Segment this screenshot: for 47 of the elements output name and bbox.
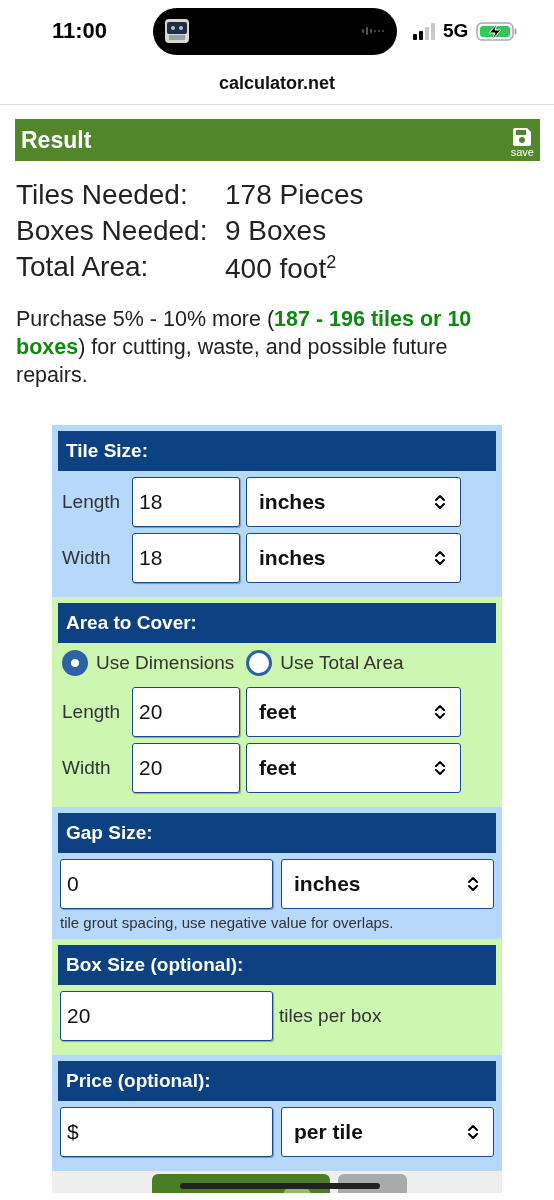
result-value: 9 Boxes	[225, 214, 328, 248]
unit-select[interactable]: inches	[281, 859, 494, 909]
unit-select[interactable]: feet	[246, 687, 461, 737]
result-title: Result	[21, 126, 92, 154]
input-field[interactable]: 20	[132, 743, 240, 793]
input-field[interactable]: $	[60, 1107, 273, 1157]
field-label: Width	[62, 757, 112, 779]
section-header: Area to Cover:	[58, 603, 496, 643]
chevron-icon	[467, 1124, 479, 1140]
url-text[interactable]: calculator.net	[218, 72, 335, 94]
save-button[interactable]: save	[510, 122, 534, 158]
field-label: Length	[62, 701, 122, 723]
unit-select[interactable]: per tile	[281, 1107, 494, 1157]
input-field[interactable]: 18	[132, 533, 240, 583]
signal-icon	[413, 22, 435, 40]
chevron-icon	[434, 704, 446, 720]
input-field[interactable]: 20	[132, 687, 240, 737]
chevron-icon	[434, 550, 446, 566]
field-label: Length	[62, 491, 122, 513]
unit-select[interactable]: feet	[246, 743, 461, 793]
chevron-icon	[434, 760, 446, 776]
network-label: 5G	[443, 20, 469, 42]
unit-select[interactable]: inches	[246, 533, 461, 583]
section-header: Box Size (optional):	[58, 945, 496, 985]
input-field[interactable]: 0	[60, 859, 273, 909]
unit-select[interactable]: inches	[246, 477, 461, 527]
radio-option[interactable]: Use Total Area	[246, 650, 404, 676]
waveform-icon	[362, 24, 384, 38]
result-value: 178 Pieces	[225, 178, 365, 212]
section-header: Tile Size:	[58, 431, 496, 471]
result-label: Total Area:	[16, 250, 150, 284]
input-field[interactable]: 20	[60, 991, 273, 1041]
result-value: 400 foot$^{2}$	[225, 250, 338, 286]
chevron-icon	[434, 494, 446, 510]
chevron-icon	[467, 876, 479, 892]
input-field[interactable]: 18	[132, 477, 240, 527]
section-header: Price (optional):	[58, 1061, 496, 1101]
unit-label: tiles per box	[279, 1005, 382, 1027]
status-time: 11:00	[52, 18, 109, 44]
field-label: Width	[62, 547, 112, 569]
hint-text: tile grout spacing, use negative value for overlaps.	[59, 913, 395, 931]
result-label: Boxes Needed:	[16, 214, 209, 248]
battery-icon	[476, 21, 518, 41]
radio-option[interactable]: Use Dimensions	[62, 650, 235, 676]
section-header: Gap Size:	[58, 813, 496, 853]
result-note: Purchase 5% - 10% more (187 - 196 tiles or 10 boxes) for cutting, waste, and possible future repairs.	[16, 306, 473, 389]
result-label: Tiles Needed:	[16, 178, 189, 212]
